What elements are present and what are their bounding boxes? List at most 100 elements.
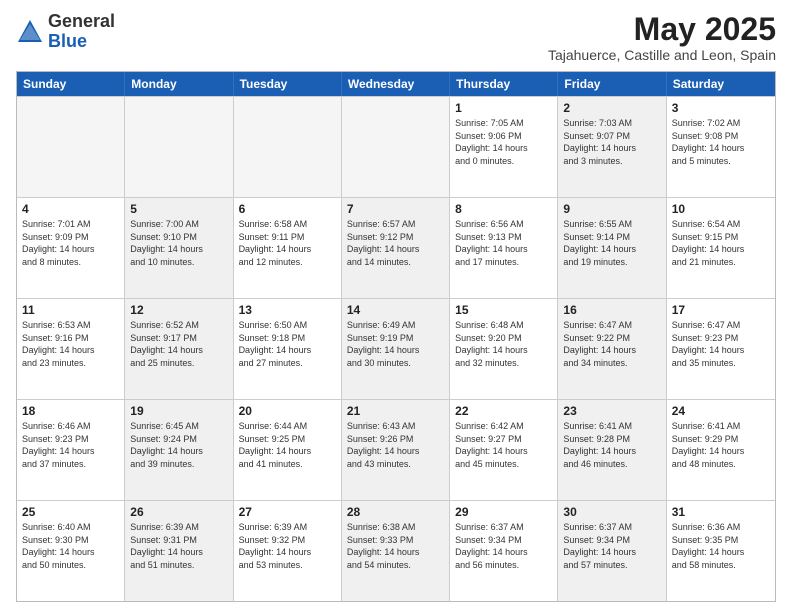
day-detail: Sunrise: 6:41 AM Sunset: 9:29 PM Dayligh… bbox=[672, 420, 770, 470]
day-detail: Sunrise: 6:40 AM Sunset: 9:30 PM Dayligh… bbox=[22, 521, 119, 571]
day-header-friday: Friday bbox=[558, 72, 666, 96]
day-detail: Sunrise: 7:02 AM Sunset: 9:08 PM Dayligh… bbox=[672, 117, 770, 167]
day-number: 4 bbox=[22, 202, 119, 216]
day-number: 22 bbox=[455, 404, 552, 418]
day-detail: Sunrise: 6:50 AM Sunset: 9:18 PM Dayligh… bbox=[239, 319, 336, 369]
day-number: 8 bbox=[455, 202, 552, 216]
day-cell-31: 31 Sunrise: 6:36 AM Sunset: 9:35 PM Dayli… bbox=[667, 501, 775, 601]
day-cell-23: 23Sunrise: 6:41 AM Sunset: 9:28 PM Dayli… bbox=[558, 400, 666, 500]
day-detail: Sunrise: 6:47 AM Sunset: 9:23 PM Dayligh… bbox=[672, 319, 770, 369]
day-cell-7: 7Sunrise: 6:57 AM Sunset: 9:12 PM Daylig… bbox=[342, 198, 450, 298]
month-year: May 2025 bbox=[548, 12, 776, 47]
day-detail: Sunrise: 7:03 AM Sunset: 9:07 PM Dayligh… bbox=[563, 117, 660, 167]
day-number: 21 bbox=[347, 404, 444, 418]
empty-cell bbox=[234, 97, 342, 197]
logo-general: General bbox=[48, 11, 115, 31]
day-cell-1: 1 Sunrise: 7:05 AM Sunset: 9:06 PM Daylig… bbox=[450, 97, 558, 197]
day-cell-3: 3 Sunrise: 7:02 AM Sunset: 9:08 PM Daylig… bbox=[667, 97, 775, 197]
week-row-2: 4 Sunrise: 7:01 AM Sunset: 9:09 PM Daylig… bbox=[17, 197, 775, 298]
day-header-monday: Monday bbox=[125, 72, 233, 96]
day-header-wednesday: Wednesday bbox=[342, 72, 450, 96]
day-number: 18 bbox=[22, 404, 119, 418]
day-detail: Sunrise: 7:01 AM Sunset: 9:09 PM Dayligh… bbox=[22, 218, 119, 268]
day-number: 6 bbox=[239, 202, 336, 216]
day-cell-26: 26 Sunrise: 6:39 AM Sunset: 9:31 PM Dayli… bbox=[125, 501, 233, 601]
day-number: 9 bbox=[563, 202, 660, 216]
empty-cell bbox=[17, 97, 125, 197]
day-cell-21: 21Sunrise: 6:43 AM Sunset: 9:26 PM Dayli… bbox=[342, 400, 450, 500]
day-detail: Sunrise: 7:05 AM Sunset: 9:06 PM Dayligh… bbox=[455, 117, 552, 167]
day-number: 11 bbox=[22, 303, 119, 317]
day-cell-18: 18 Sunrise: 6:46 AM Sunset: 9:23 PM Dayli… bbox=[17, 400, 125, 500]
day-cell-22: 22Sunrise: 6:42 AM Sunset: 9:27 PM Dayli… bbox=[450, 400, 558, 500]
day-detail: Sunrise: 6:55 AM Sunset: 9:14 PM Dayligh… bbox=[563, 218, 660, 268]
empty-cell bbox=[125, 97, 233, 197]
day-cell-19: 19Sunrise: 6:45 AM Sunset: 9:24 PM Dayli… bbox=[125, 400, 233, 500]
day-number: 25 bbox=[22, 505, 119, 519]
day-cell-4: 4 Sunrise: 7:01 AM Sunset: 9:09 PM Daylig… bbox=[17, 198, 125, 298]
day-cell-8: 8 Sunrise: 6:56 AM Sunset: 9:13 PM Daylig… bbox=[450, 198, 558, 298]
day-number: 13 bbox=[239, 303, 336, 317]
day-number: 12 bbox=[130, 303, 227, 317]
day-number: 29 bbox=[455, 505, 552, 519]
day-detail: Sunrise: 6:37 AM Sunset: 9:34 PM Dayligh… bbox=[563, 521, 660, 571]
day-cell-9: 9 Sunrise: 6:55 AM Sunset: 9:14 PM Daylig… bbox=[558, 198, 666, 298]
day-cell-20: 20Sunrise: 6:44 AM Sunset: 9:25 PM Dayli… bbox=[234, 400, 342, 500]
day-number: 3 bbox=[672, 101, 770, 115]
location: Tajahuerce, Castille and Leon, Spain bbox=[548, 47, 776, 63]
title-block: May 2025 Tajahuerce, Castille and Leon, … bbox=[548, 12, 776, 63]
day-detail: Sunrise: 6:37 AM Sunset: 9:34 PM Dayligh… bbox=[455, 521, 552, 571]
day-detail: Sunrise: 6:53 AM Sunset: 9:16 PM Dayligh… bbox=[22, 319, 119, 369]
week-row-4: 18 Sunrise: 6:46 AM Sunset: 9:23 PM Dayli… bbox=[17, 399, 775, 500]
day-detail: Sunrise: 6:56 AM Sunset: 9:13 PM Dayligh… bbox=[455, 218, 552, 268]
calendar-header: SundayMondayTuesdayWednesdayThursdayFrid… bbox=[17, 72, 775, 96]
day-detail: Sunrise: 6:54 AM Sunset: 9:15 PM Dayligh… bbox=[672, 218, 770, 268]
day-cell-15: 15Sunrise: 6:48 AM Sunset: 9:20 PM Dayli… bbox=[450, 299, 558, 399]
day-cell-14: 14 Sunrise: 6:49 AM Sunset: 9:19 PM Dayli… bbox=[342, 299, 450, 399]
day-header-thursday: Thursday bbox=[450, 72, 558, 96]
day-detail: Sunrise: 6:39 AM Sunset: 9:32 PM Dayligh… bbox=[239, 521, 336, 571]
day-detail: Sunrise: 6:58 AM Sunset: 9:11 PM Dayligh… bbox=[239, 218, 336, 268]
day-detail: Sunrise: 6:38 AM Sunset: 9:33 PM Dayligh… bbox=[347, 521, 444, 571]
day-number: 31 bbox=[672, 505, 770, 519]
day-number: 1 bbox=[455, 101, 552, 115]
day-header-tuesday: Tuesday bbox=[234, 72, 342, 96]
day-cell-25: 25 Sunrise: 6:40 AM Sunset: 9:30 PM Dayli… bbox=[17, 501, 125, 601]
calendar: SundayMondayTuesdayWednesdayThursdayFrid… bbox=[16, 71, 776, 602]
day-number: 10 bbox=[672, 202, 770, 216]
day-number: 26 bbox=[130, 505, 227, 519]
logo-blue: Blue bbox=[48, 31, 87, 51]
day-header-sunday: Sunday bbox=[17, 72, 125, 96]
day-cell-2: 2Sunrise: 7:03 AM Sunset: 9:07 PM Daylig… bbox=[558, 97, 666, 197]
logo-icon bbox=[16, 18, 44, 46]
day-cell-27: 27Sunrise: 6:39 AM Sunset: 9:32 PM Dayli… bbox=[234, 501, 342, 601]
day-cell-28: 28 Sunrise: 6:38 AM Sunset: 9:33 PM Dayli… bbox=[342, 501, 450, 601]
day-detail: Sunrise: 6:36 AM Sunset: 9:35 PM Dayligh… bbox=[672, 521, 770, 571]
day-detail: Sunrise: 6:52 AM Sunset: 9:17 PM Dayligh… bbox=[130, 319, 227, 369]
day-detail: Sunrise: 6:46 AM Sunset: 9:23 PM Dayligh… bbox=[22, 420, 119, 470]
day-cell-5: 5Sunrise: 7:00 AM Sunset: 9:10 PM Daylig… bbox=[125, 198, 233, 298]
day-number: 17 bbox=[672, 303, 770, 317]
day-number: 30 bbox=[563, 505, 660, 519]
page: General Blue May 2025 Tajahuerce, Castil… bbox=[0, 0, 792, 612]
day-cell-30: 30 Sunrise: 6:37 AM Sunset: 9:34 PM Dayli… bbox=[558, 501, 666, 601]
day-cell-13: 13 Sunrise: 6:50 AM Sunset: 9:18 PM Dayli… bbox=[234, 299, 342, 399]
day-detail: Sunrise: 6:49 AM Sunset: 9:19 PM Dayligh… bbox=[347, 319, 444, 369]
day-number: 28 bbox=[347, 505, 444, 519]
day-detail: Sunrise: 6:44 AM Sunset: 9:25 PM Dayligh… bbox=[239, 420, 336, 470]
day-header-saturday: Saturday bbox=[667, 72, 775, 96]
day-detail: Sunrise: 6:39 AM Sunset: 9:31 PM Dayligh… bbox=[130, 521, 227, 571]
week-row-1: 1 Sunrise: 7:05 AM Sunset: 9:06 PM Daylig… bbox=[17, 96, 775, 197]
page-header: General Blue May 2025 Tajahuerce, Castil… bbox=[16, 12, 776, 63]
day-detail: Sunrise: 7:00 AM Sunset: 9:10 PM Dayligh… bbox=[130, 218, 227, 268]
day-detail: Sunrise: 6:41 AM Sunset: 9:28 PM Dayligh… bbox=[563, 420, 660, 470]
day-number: 16 bbox=[563, 303, 660, 317]
day-number: 14 bbox=[347, 303, 444, 317]
day-detail: Sunrise: 6:45 AM Sunset: 9:24 PM Dayligh… bbox=[130, 420, 227, 470]
logo-text: General Blue bbox=[48, 12, 115, 52]
day-number: 15 bbox=[455, 303, 552, 317]
day-cell-17: 17 Sunrise: 6:47 AM Sunset: 9:23 PM Dayli… bbox=[667, 299, 775, 399]
day-number: 24 bbox=[672, 404, 770, 418]
day-cell-11: 11 Sunrise: 6:53 AM Sunset: 9:16 PM Dayli… bbox=[17, 299, 125, 399]
week-row-5: 25 Sunrise: 6:40 AM Sunset: 9:30 PM Dayli… bbox=[17, 500, 775, 601]
